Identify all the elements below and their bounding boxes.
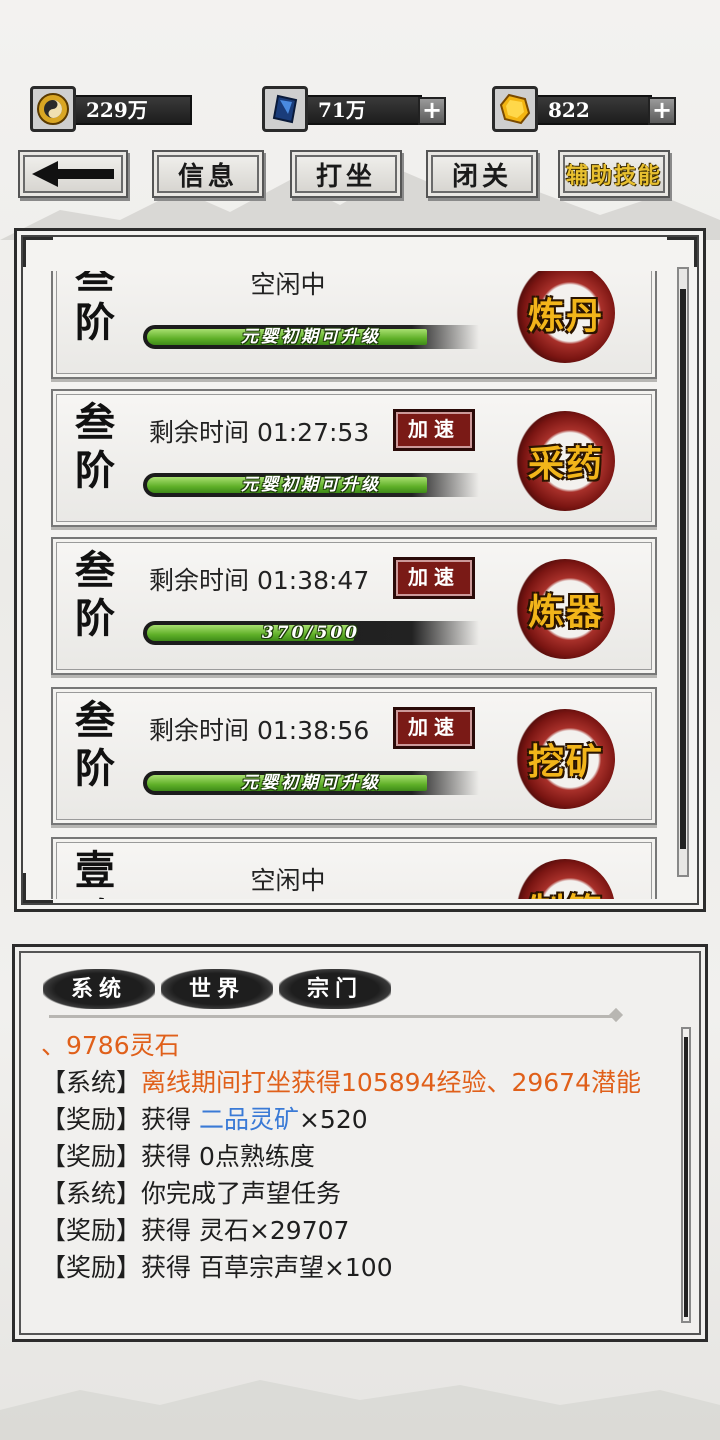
skill-progress-bar: 元婴初期可升级 [143,473,479,497]
speed-up-button[interactable]: 加速 [393,707,475,749]
chat-line-segment: 【奖励】获得 百草宗声望×100 [41,1253,393,1282]
skill-talisman-button[interactable]: 制符 [501,883,631,899]
skill-card-herb: 叁阶 剩余时间 01:27:53 加速 元婴初期可升级 采药 [51,389,657,527]
skills-panel: 叁阶 空闲中 元婴初期可升级 炼丹 叁阶 剩余时间 01:27:53 加速 元婴… [14,228,706,912]
chat-line: 【奖励】获得 二品灵矿×520 [41,1101,651,1138]
tab-sect[interactable]: 宗门 [279,969,391,1009]
chat-line-segment: 离线期间打坐获得105894经验、29674潜能 [141,1068,641,1097]
back-button[interactable] [18,150,128,198]
chat-line-segment: 【系统】 [41,1068,142,1097]
chat-scrollbar[interactable] [681,1027,691,1323]
chat-panel: 系统 世界 宗门 、9786灵石 【系统】离线期间打坐获得105894经验、296… [12,944,708,1342]
seclusion-button[interactable]: 闭关 [426,150,538,198]
chat-line: 【奖励】获得 百草宗声望×100 [41,1249,651,1286]
skill-timer: 剩余时间 01:38:56 [149,716,370,745]
blue-crystal-icon [262,86,308,132]
aux-skills-button[interactable]: 辅助技能 [558,150,670,198]
skill-alchemy-button[interactable]: 炼丹 [501,287,631,339]
info-button[interactable]: 信息 [152,150,264,198]
chat-line: 【奖励】获得 0点熟练度 [41,1138,651,1175]
skills-scrollbar[interactable] [677,267,689,877]
chat-line: 、9786灵石 [41,1027,651,1064]
progress-text: 元婴初期可升级 [241,327,381,347]
skill-tier: 叁阶 [75,399,115,494]
skill-tier: 叁阶 [75,271,115,346]
speed-up-button[interactable]: 加速 [393,557,475,599]
add-gold-button[interactable]: + [648,97,676,125]
skill-progress-bar: 370/500 [143,621,479,645]
back-arrow-icon [32,161,114,187]
spirit-coin-icon [30,86,76,132]
chat-line-segment: 【奖励】获得 [41,1105,199,1134]
spirit-coin-value: 229万 [70,95,192,125]
resource-spirit-coins: 229万 [30,86,192,132]
crystal-value: 71万 [302,95,422,125]
meditate-button[interactable]: 打坐 [290,150,402,198]
chat-log: 、9786灵石 【系统】离线期间打坐获得105894经验、29674潜能 【奖励】获… [41,1027,651,1327]
chat-divider [49,1015,615,1018]
tab-world[interactable]: 世界 [161,969,273,1009]
skills-list: 叁阶 空闲中 元婴初期可升级 炼丹 叁阶 剩余时间 01:27:53 加速 元婴… [51,271,671,899]
skill-status: 空闲中 [250,866,326,895]
skill-timer: 剩余时间 01:38:47 [149,566,370,595]
tab-system[interactable]: 系统 [43,969,155,1009]
skill-card-mining: 叁阶 剩余时间 01:38:56 加速 元婴初期可升级 挖矿 [51,687,657,825]
progress-text: 元婴初期可升级 [241,773,381,793]
skill-timer: 剩余时间 01:27:53 [149,418,370,447]
add-crystals-button[interactable]: + [418,97,446,125]
skill-card-forge: 叁阶 剩余时间 01:38:47 加速 370/500 炼器 [51,537,657,675]
panel-corner-ornament [23,873,53,903]
chat-line-segment: 、9786灵石 [41,1031,180,1060]
chat-line-segment: ×520 [298,1105,368,1134]
skill-tier: 叁阶 [75,547,115,642]
resource-crystals: 71万 + [262,86,450,132]
chat-scrollbar-thumb[interactable] [684,1037,688,1317]
resource-gold: 822 + [492,86,680,132]
speed-up-button[interactable]: 加速 [393,409,475,451]
chat-line-segment: 【奖励】获得 0点熟练度 [41,1142,315,1171]
skill-status: 空闲中 [250,271,326,299]
skill-tier: 壹阶 [75,847,115,899]
chat-line: 【奖励】获得 灵石×29707 [41,1212,651,1249]
chat-line: 【系统】你完成了声望任务 [41,1175,651,1212]
skill-card-talisman: 壹阶 空闲中 制符 [51,837,657,899]
skill-mining-button[interactable]: 挖矿 [501,733,631,785]
gold-gem-icon [492,86,538,132]
chat-line-segment: 【系统】你完成了声望任务 [41,1179,342,1208]
panel-corner-ornament [23,237,53,267]
scrollbar-thumb[interactable] [680,289,686,849]
chat-line-segment: 二品灵矿 [198,1105,299,1134]
chat-line: 【系统】离线期间打坐获得105894经验、29674潜能 [41,1064,651,1101]
skill-tier: 叁阶 [75,697,115,792]
panel-corner-ornament [667,237,697,267]
skill-forge-button[interactable]: 炼器 [501,583,631,635]
progress-text: 元婴初期可升级 [241,475,381,495]
skill-progress-bar: 元婴初期可升级 [143,771,479,795]
progress-text: 370/500 [261,623,361,643]
skill-card-alchemy: 叁阶 空闲中 元婴初期可升级 炼丹 [51,271,657,379]
ink-mountain-bottom [0,1380,720,1440]
skill-progress-bar: 元婴初期可升级 [143,325,479,349]
gold-value: 822 [532,95,652,125]
skill-herb-button[interactable]: 采药 [501,435,631,487]
chat-line-segment: 【奖励】获得 灵石×29707 [41,1216,350,1245]
